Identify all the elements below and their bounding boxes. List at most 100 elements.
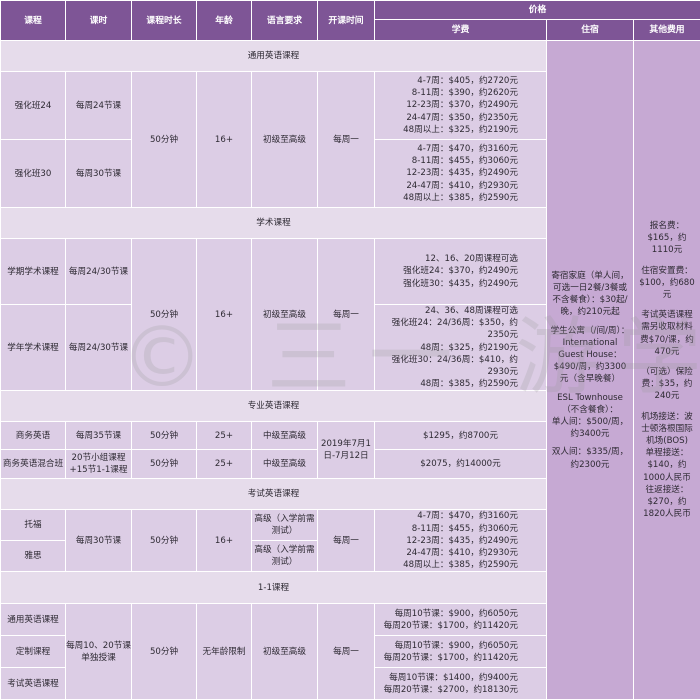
course-hours: 每周30节课 xyxy=(66,510,132,572)
course-language: 初级至高级 xyxy=(252,72,318,208)
tuition-line: 每周10节课：$900，约6050元 xyxy=(375,640,518,652)
accommodation-cell: 寄宿家庭（单人间，可选一日2餐/3餐或不含餐食）：$30起/晚，约210元起 学… xyxy=(547,41,634,700)
fee-materials: 考试英语课程需另收取材料费$70/课，约470元 xyxy=(637,309,697,358)
course-name: 学期学术课程 xyxy=(1,239,66,305)
course-duration: 50分钟 xyxy=(132,450,197,479)
tuition-line: 4-7周：$405，约2720元 xyxy=(375,75,518,87)
course-age: 25+ xyxy=(197,450,252,479)
course-age: 16+ xyxy=(197,510,252,572)
tuition-line: 48周以上：$325，约2190元 xyxy=(375,124,518,136)
fee-placement: 住宿安置费：$100，约680元 xyxy=(637,265,697,302)
course-name: 强化班24 xyxy=(1,72,66,140)
tuition-cell: 每周10节课：$900，约6050元 每周20节课：$1700，约11420元 xyxy=(375,636,547,668)
tuition-line: 每周20节课：$1700，约11420元 xyxy=(375,620,518,632)
tuition-line: 12-23周：$435，约2490元 xyxy=(375,535,518,547)
course-hours: 每周35节课 xyxy=(66,422,132,450)
course-hours: 每周24节课 xyxy=(66,72,132,140)
course-age: 25+ xyxy=(197,422,252,450)
course-language: 中级至高级 xyxy=(252,422,318,450)
course-price-table: 课程 课时 课程时长 年龄 语言要求 开课时间 价格 学费 住宿 其他费用 通用… xyxy=(0,0,700,700)
course-name: 托福 xyxy=(1,510,66,541)
tuition-cell: $1295，约8700元 xyxy=(375,422,547,450)
header-course: 课程 xyxy=(1,1,66,41)
tuition-line: 强化班30：$435，约2490元 xyxy=(375,278,518,290)
course-age: 16+ xyxy=(197,239,252,391)
section-title-academic: 学术课程 xyxy=(1,208,547,239)
course-name: 学年学术课程 xyxy=(1,305,66,391)
course-start: 每周一 xyxy=(318,239,375,391)
header-language: 语言要求 xyxy=(252,1,318,41)
fee-airport-oneway: 单程接送：$140，约1000人民币 xyxy=(637,447,697,484)
tuition-line: 48周以上：$385，约2590元 xyxy=(375,559,518,571)
other-fees-cell: 报名费：$165，约1110元 住宿安置费：$100，约680元 考试英语课程需… xyxy=(634,41,700,700)
accommodation-double: 双人间：$335/周，约2300元 xyxy=(550,446,630,470)
accommodation-apartment: 学生公寓（/间/周）：International Guest House：$49… xyxy=(550,325,630,386)
course-duration: 50分钟 xyxy=(132,422,197,450)
accommodation-single: 单人间：$500/周，约3400元 xyxy=(550,416,630,440)
section-title-general: 通用英语课程 xyxy=(1,41,547,72)
course-name: 通用英语课程 xyxy=(1,604,66,636)
course-hours: 每周10、20节课单独授课 xyxy=(66,604,132,700)
header-accommodation: 住宿 xyxy=(547,20,634,41)
section-title-one-on-one: 1-1课程 xyxy=(1,572,547,604)
tuition-line: 48周以上：$385，约2590元 xyxy=(375,192,518,204)
tuition-line: 4-7周：$470，约3160元 xyxy=(375,143,518,155)
tuition-line: 8-11周：$455，约3060元 xyxy=(375,155,518,167)
fee-airport-return: 往返接送：$270，约1820人民币 xyxy=(637,484,697,521)
course-start: 每周一 xyxy=(318,604,375,700)
tuition-cell: 4-7周：$470，约3160元 8-11周：$455，约3060元 12-23… xyxy=(375,140,547,208)
tuition-line: 12-23周：$435，约2490元 xyxy=(375,167,518,179)
course-name: 考试英语课程 xyxy=(1,668,66,700)
course-duration: 50分钟 xyxy=(132,604,197,700)
course-duration: 50分钟 xyxy=(132,72,197,208)
course-language: 高级（入学前需测试） xyxy=(252,510,318,541)
tuition-line: 强化班30：24/36周：$410，约2930元 xyxy=(375,354,518,378)
tuition-line: 48周：$325，约2190元 xyxy=(375,342,518,354)
section-title-exam: 考试英语课程 xyxy=(1,479,547,510)
header-duration: 课程时长 xyxy=(132,1,197,41)
tuition-line: 24-47周：$410，约2930元 xyxy=(375,180,518,192)
tuition-line: 每周20节课：$2700，约18130元 xyxy=(375,684,518,696)
course-duration: 50分钟 xyxy=(132,510,197,572)
course-language: 高级（入学前需测试） xyxy=(252,541,318,572)
header-hours: 课时 xyxy=(66,1,132,41)
tuition-line: 每周10节课：$1400，约9400元 xyxy=(375,672,518,684)
course-hours: 20节小组课程+15节1-1课程 xyxy=(66,450,132,479)
tuition-line: 12-23周：$370，约2490元 xyxy=(375,99,518,111)
course-language: 初级至高级 xyxy=(252,239,318,391)
course-start: 每周一 xyxy=(318,72,375,208)
course-language: 中级至高级 xyxy=(252,450,318,479)
course-name: 定制课程 xyxy=(1,636,66,668)
tuition-cell: $2075，约14000元 xyxy=(375,450,547,479)
tuition-line: 24-47周：$350，约2350元 xyxy=(375,112,518,124)
tuition-line: 强化班24：$370，约2490元 xyxy=(375,265,518,277)
course-age: 16+ xyxy=(197,72,252,208)
tuition-line: 48周：$385，约2590元 xyxy=(375,378,518,390)
header-age: 年龄 xyxy=(197,1,252,41)
header-tuition: 学费 xyxy=(375,20,547,41)
section-title-professional: 专业英语课程 xyxy=(1,391,547,422)
accommodation-townhouse: ESL Townhouse（不含餐食）： xyxy=(550,392,630,416)
course-name: 商务英语混合班 xyxy=(1,450,66,479)
tuition-cell: 4-7周：$470，约3160元 8-11周：$455，约3060元 12-23… xyxy=(375,510,547,572)
tuition-line: 8-11周：$455，约3060元 xyxy=(375,523,518,535)
course-start: 每周一 xyxy=(318,510,375,572)
tuition-line: 每周20节课：$1700，约11420元 xyxy=(375,652,518,664)
course-name: 强化班30 xyxy=(1,140,66,208)
course-hours: 每周24/30节课 xyxy=(66,305,132,391)
tuition-cell: 每周10节课：$900，约6050元 每周20节课：$1700，约11420元 xyxy=(375,604,547,636)
fee-insurance: （可选）保险费：$35，约240元 xyxy=(637,366,697,403)
course-name: 雅思 xyxy=(1,541,66,572)
tuition-cell: 4-7周：$405，约2720元 8-11周：$390，约2620元 12-23… xyxy=(375,72,547,140)
fee-airport: 机场接送：波士顿洛根国际机场(BOS) xyxy=(637,411,697,448)
tuition-cell: 每周10节课：$1400，约9400元 每周20节课：$2700，约18130元 xyxy=(375,668,547,700)
tuition-line: 12、16、20周课程可选 xyxy=(375,253,518,265)
tuition-line: 4-7周：$470，约3160元 xyxy=(375,510,518,522)
course-duration: 50分钟 xyxy=(132,239,197,391)
header-other: 其他费用 xyxy=(634,20,700,41)
course-hours: 每周24/30节课 xyxy=(66,239,132,305)
course-age: 无年龄限制 xyxy=(197,604,252,700)
tuition-cell: 24、36、48周课程可选 强化班24：24/36周：$350，约2350元 4… xyxy=(375,305,547,391)
fee-registration: 报名费：$165，约1110元 xyxy=(637,220,697,257)
tuition-line: 8-11周：$390，约2620元 xyxy=(375,87,518,99)
